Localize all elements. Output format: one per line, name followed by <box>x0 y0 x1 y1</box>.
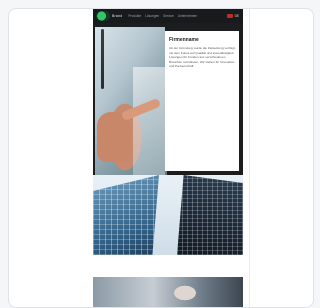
nav-item-company[interactable]: Unternehmen <box>178 14 197 18</box>
hero-image-touchscreen <box>95 27 167 177</box>
side-rail <box>101 29 104 89</box>
language-label: DE <box>234 14 239 18</box>
screen-glow <box>133 67 167 177</box>
hero-section: Brand Produkte Lösungen Service Unterneh… <box>93 9 243 177</box>
hero-paragraph: Ab der Gründung wurde die Zielsetzung ve… <box>169 46 236 69</box>
flag-icon <box>226 14 233 18</box>
nav-item-service[interactable]: Service <box>163 14 174 18</box>
office-image <box>93 277 243 307</box>
language-switcher[interactable]: DE <box>226 14 239 18</box>
hero-title: Firmenname <box>169 37 199 43</box>
preview-card: Brand Produkte Lösungen Service Unterneh… <box>8 8 314 308</box>
main-navigation: Produkte Lösungen Service Unternehmen <box>128 14 197 18</box>
glass-tower-right <box>177 175 243 255</box>
hero-text-panel: Firmenname Ab der Gründung wurde die Zie… <box>165 31 239 171</box>
website-screenshot[interactable]: Brand Produkte Lösungen Service Unterneh… <box>93 9 243 307</box>
nav-item-products[interactable]: Produkte <box>128 14 141 18</box>
brand-name[interactable]: Brand <box>112 14 122 18</box>
logo-icon[interactable] <box>96 11 110 21</box>
buildings-image <box>93 175 243 255</box>
site-header: Brand Produkte Lösungen Service Unterneh… <box>93 9 243 23</box>
nav-item-solutions[interactable]: Lösungen <box>145 14 159 18</box>
glass-tower-left <box>93 175 159 255</box>
divider <box>249 9 250 307</box>
